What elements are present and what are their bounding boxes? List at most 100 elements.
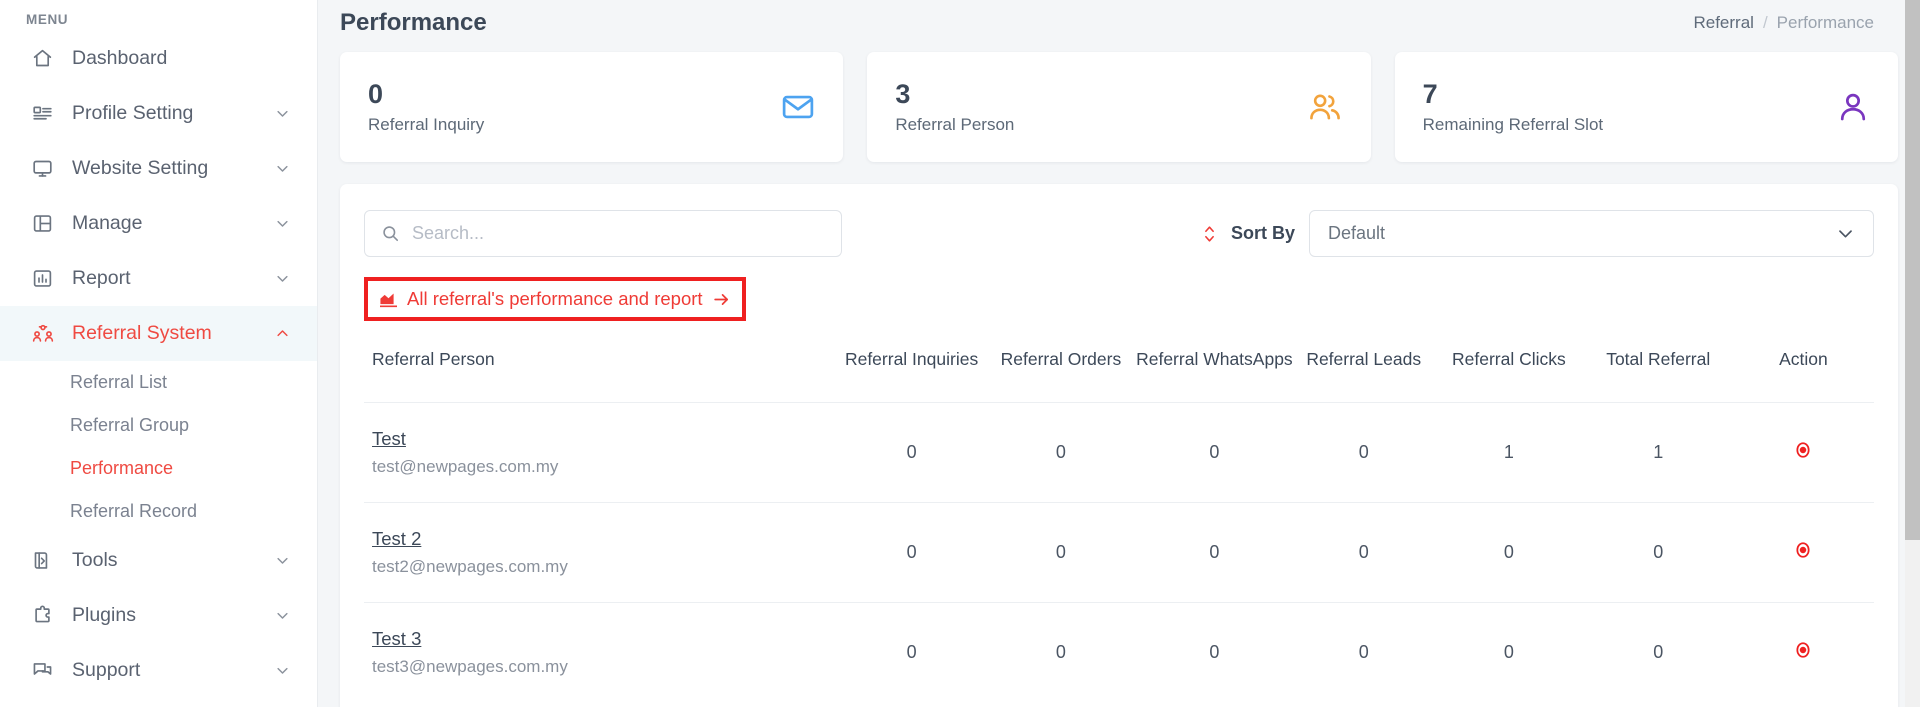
page-title: Performance (340, 9, 487, 36)
sidebar-item-referral-system[interactable]: Referral System (0, 306, 317, 361)
sidebar-subitem-referral-record[interactable]: Referral Record (0, 490, 317, 533)
sidebar-item-support[interactable]: Support (0, 643, 317, 698)
cell-referral-whatsapps: 0 (1135, 502, 1294, 603)
sidebar-item-label: Manage (72, 212, 143, 234)
arrow-right-icon (712, 291, 731, 308)
cell-referral-person: Test 2 test2@newpages.com.my (364, 502, 837, 603)
breadcrumb-parent[interactable]: Referral (1693, 13, 1753, 33)
sidebar-subitem-label: Referral List (70, 372, 168, 392)
referral-performance-table: Referral Person Referral Inquiries Refer… (364, 347, 1874, 703)
cell-referral-whatsapps: 0 (1135, 602, 1294, 703)
sidebar-subitem-label: Referral Record (70, 501, 198, 521)
referral-person-name-link[interactable]: Test 3 (372, 628, 837, 650)
referral-person-name-link[interactable]: Test 2 (372, 528, 837, 550)
sidebar-item-dashboard[interactable]: Dashboard (0, 31, 317, 86)
sort-updown-icon (1202, 224, 1217, 244)
cell-referral-person: Test 3 test3@newpages.com.my (364, 602, 837, 703)
report-link-text: All referral's performance and report (407, 288, 703, 309)
chevron-up-icon[interactable] (273, 326, 291, 341)
page-scrollbar[interactable] (1905, 0, 1920, 707)
stat-text: 7 Remaining Referral Slot (1423, 79, 1603, 134)
stat-label: Referral Person (895, 114, 1015, 134)
sidebar-item-plugins[interactable]: Plugins (0, 588, 317, 643)
referral-users-icon (32, 323, 58, 345)
column-header-referral-leads: Referral Leads (1306, 349, 1422, 369)
referral-person-name-link[interactable]: Test (372, 428, 837, 450)
profile-card-icon (32, 103, 58, 124)
layout-icon (32, 213, 58, 234)
sidebar-subitem-referral-list[interactable]: Referral List (0, 361, 317, 404)
eye-icon[interactable] (1792, 639, 1814, 661)
content-area: 0 Referral Inquiry 3 Referral Person 7 R… (318, 52, 1920, 707)
chevron-down-icon (1836, 224, 1855, 243)
search-box[interactable] (364, 210, 842, 257)
sidebar-subitem-label: Performance (70, 458, 174, 478)
stat-card-referral-person: 3 Referral Person (867, 52, 1371, 162)
table-row: Test 3 test3@newpages.com.my 0 0 0 0 0 0 (364, 602, 1874, 703)
sidebar-subitem-performance[interactable]: Performance (0, 447, 317, 490)
column-header-referral-clicks: Referral Clicks (1452, 349, 1566, 369)
chevron-down-icon[interactable] (273, 608, 291, 623)
sidebar-menu-label: MENU (26, 12, 69, 27)
sidebar-item-website-setting[interactable]: Website Setting (0, 141, 317, 196)
main-content: Performance Referral / Performance 0 Ref… (318, 0, 1920, 707)
cell-referral-clicks: 1 (1434, 402, 1584, 503)
sidebar-item-tools[interactable]: Tools (0, 533, 317, 588)
stat-text: 0 Referral Inquiry (368, 79, 484, 134)
chevron-down-icon[interactable] (273, 216, 291, 231)
cell-referral-person: Test test@newpages.com.my (364, 402, 837, 503)
users-group-icon (1307, 90, 1343, 124)
search-input[interactable] (412, 223, 825, 244)
sidebar: MENU Dashboard Profile Setting Website S (0, 0, 318, 707)
stat-value: 7 (1422, 79, 1438, 110)
bar-chart-icon (32, 268, 58, 289)
table-row: Test 2 test2@newpages.com.my 0 0 0 0 0 0 (364, 502, 1874, 603)
table-header-row: Referral Person Referral Inquiries Refer… (364, 347, 1874, 403)
eye-icon[interactable] (1792, 539, 1814, 561)
area-chart-icon (379, 291, 398, 308)
column-header-referral-orders: Referral Orders (1000, 349, 1122, 369)
chevron-down-icon[interactable] (273, 663, 291, 678)
stat-value: 0 (368, 79, 384, 110)
sidebar-subitem-label: Referral Group (70, 415, 190, 435)
stat-card-referral-inquiry: 0 Referral Inquiry (340, 52, 844, 162)
chevron-down-icon[interactable] (273, 553, 291, 568)
app-root: MENU Dashboard Profile Setting Website S (0, 0, 1920, 707)
breadcrumb-separator: / (1762, 13, 1768, 32)
referral-person-email: test2@newpages.com.my (372, 557, 568, 577)
puzzle-icon (32, 605, 58, 626)
cell-action (1732, 402, 1874, 503)
cell-referral-inquiries: 0 (836, 602, 987, 703)
search-icon (381, 224, 400, 243)
column-header-referral-whatsapps: Referral WhatsApps (1136, 349, 1293, 369)
stat-card-remaining-referral-slot: 7 Remaining Referral Slot (1394, 52, 1898, 162)
chevron-down-icon[interactable] (273, 106, 291, 121)
stat-card-row: 0 Referral Inquiry 3 Referral Person 7 R… (340, 52, 1898, 162)
sidebar-item-label: Support (72, 659, 141, 681)
stat-text: 3 Referral Person (895, 79, 1014, 134)
cell-referral-whatsapps: 0 (1135, 402, 1294, 503)
table-row: Test test@newpages.com.my 0 0 0 0 1 1 (364, 402, 1874, 503)
sidebar-subitem-referral-group[interactable]: Referral Group (0, 404, 317, 447)
cell-total-referral: 1 (1583, 402, 1733, 503)
user-icon (1836, 90, 1870, 124)
sidebar-item-profile-setting[interactable]: Profile Setting (0, 86, 317, 141)
eye-icon[interactable] (1792, 439, 1814, 461)
scrollbar-thumb[interactable] (1905, 0, 1920, 540)
all-referral-report-link[interactable]: All referral's performance and report (379, 288, 731, 310)
sort-controls: Sort By Default (1202, 210, 1874, 257)
sidebar-item-label: Website Setting (72, 157, 209, 179)
top-bar: Performance Referral / Performance (318, 0, 1920, 46)
column-header-referral-inquiries: Referral Inquiries (844, 349, 979, 369)
cell-referral-clicks: 0 (1434, 502, 1584, 603)
chevron-down-icon[interactable] (273, 271, 291, 286)
cell-referral-inquiries: 0 (836, 402, 987, 503)
cell-action (1732, 502, 1874, 603)
chevron-down-icon[interactable] (273, 161, 291, 176)
sort-by-select[interactable]: Default (1309, 210, 1874, 257)
sidebar-item-report[interactable]: Report (0, 251, 317, 306)
sidebar-item-label: Referral System (72, 322, 212, 344)
sidebar-item-manage[interactable]: Manage (0, 196, 317, 251)
breadcrumb: Referral / Performance (1693, 13, 1874, 33)
breadcrumb-current: Performance (1776, 13, 1874, 32)
